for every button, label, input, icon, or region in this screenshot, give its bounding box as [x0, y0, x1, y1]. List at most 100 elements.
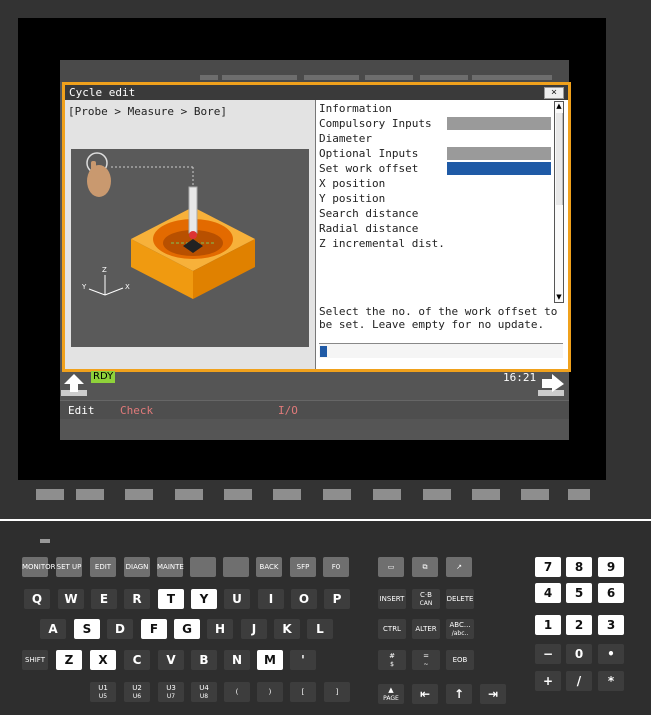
num-key-num_r1-0[interactable]: 7 [535, 557, 561, 577]
softkey-8[interactable] [373, 489, 401, 500]
softkey-edit[interactable]: Edit [68, 404, 95, 417]
parameter-row[interactable]: Radial distance [319, 221, 555, 236]
edit-key-9[interactable]: EOB [446, 650, 474, 670]
key-w[interactable]: W [58, 589, 84, 609]
num-key-num_r2-1[interactable]: 5 [566, 583, 592, 603]
key-i[interactable]: I [258, 589, 284, 609]
home-arrow-key[interactable]: ⇤ [412, 684, 438, 704]
parameter-row[interactable]: Diameter [319, 131, 555, 146]
edit-key-6[interactable]: ABC.../abc.. [446, 619, 474, 639]
scroll-up-icon[interactable]: ▲ [555, 102, 563, 111]
key-sym-7[interactable]: ] [324, 682, 350, 702]
num-key-num_r1-1[interactable]: 8 [566, 557, 592, 577]
expand-icon-key[interactable]: ↗ [446, 557, 472, 577]
key-n[interactable]: N [224, 650, 250, 670]
softkey-11[interactable] [521, 489, 549, 500]
func-key-9[interactable]: SFP [290, 557, 316, 577]
num-key-num_r2-0[interactable]: 4 [535, 583, 561, 603]
softkey-9[interactable] [423, 489, 451, 500]
key-r[interactable]: R [124, 589, 150, 609]
num-key-num_r2-2[interactable]: 6 [598, 583, 624, 603]
num-key-num_r1-2[interactable]: 9 [598, 557, 624, 577]
key-a[interactable]: A [40, 619, 66, 639]
num-key-num_r4-0[interactable]: − [535, 644, 561, 664]
back-arrow-icon[interactable] [60, 372, 90, 398]
func-key-3[interactable]: EDIT [90, 557, 116, 577]
parameter-row[interactable]: Z incremental dist. [319, 236, 555, 251]
func-key-4[interactable]: DIAGN [124, 557, 150, 577]
num-key-num_r5-1[interactable]: / [566, 671, 592, 691]
next-arrow-icon[interactable] [536, 372, 566, 398]
key-e[interactable]: E [91, 589, 117, 609]
end-arrow-key[interactable]: ⇥ [480, 684, 506, 704]
func-key-8[interactable]: BACK [256, 557, 282, 577]
edit-key-5[interactable]: ALTER [412, 619, 440, 639]
num-key-num_r4-2[interactable]: • [598, 644, 624, 664]
func-key-2[interactable]: SET UP [56, 557, 82, 577]
scroll-down-icon[interactable]: ▼ [555, 293, 563, 302]
key-u3[interactable]: U3 U7 [158, 682, 184, 702]
key-u4[interactable]: U4 U8 [191, 682, 217, 702]
softkey-check[interactable]: Check [120, 404, 153, 417]
list-icon-key[interactable]: ▭ [378, 557, 404, 577]
num-key-num_r3-2[interactable]: 3 [598, 615, 624, 635]
selected-field[interactable] [447, 162, 551, 175]
key-h[interactable]: H [207, 619, 233, 639]
value-input[interactable] [319, 343, 563, 358]
softkey-io[interactable]: I/O [278, 404, 298, 417]
parameter-row[interactable]: Information [319, 101, 555, 116]
key-q[interactable]: Q [24, 589, 50, 609]
softkey-2[interactable] [76, 489, 104, 500]
num-key-num_r3-1[interactable]: 2 [566, 615, 592, 635]
num-key-num_r4-1[interactable]: 0 [566, 644, 592, 664]
key-sym-4[interactable]: ( [224, 682, 250, 702]
key-u[interactable]: U [224, 589, 250, 609]
edit-key-7[interactable]: # $ [378, 650, 406, 670]
edit-key-4[interactable]: CTRL [378, 619, 406, 639]
num-key-num_r3-0[interactable]: 1 [535, 615, 561, 635]
scroll-thumb[interactable] [556, 113, 563, 205]
edit-key-2[interactable]: C·B CAN [412, 589, 440, 609]
key-apostrophe[interactable]: ' [290, 650, 316, 670]
vertical-scrollbar[interactable]: ▲ ▼ [554, 101, 564, 303]
edit-key-1[interactable]: INSERT [378, 589, 406, 609]
key-z[interactable]: Z [56, 650, 82, 670]
parameter-row[interactable]: Compulsory Inputs [319, 116, 555, 131]
key-u2[interactable]: U2 U6 [124, 682, 150, 702]
key-j[interactable]: J [241, 619, 267, 639]
parameter-row[interactable]: Set work offset [319, 161, 555, 176]
edit-key-3[interactable]: DELETE [446, 589, 474, 609]
close-button[interactable]: × [544, 87, 564, 99]
func-key-7[interactable] [223, 557, 249, 577]
section-bar[interactable] [447, 147, 551, 160]
key-f[interactable]: F [141, 619, 167, 639]
parameter-row[interactable]: Search distance [319, 206, 555, 221]
softkey-12[interactable] [568, 489, 590, 500]
key-x[interactable]: X [90, 650, 116, 670]
num-key-num_r5-2[interactable]: * [598, 671, 624, 691]
func-key-10[interactable]: F0 [323, 557, 349, 577]
key-t[interactable]: T [158, 589, 184, 609]
key-sym-5[interactable]: ) [257, 682, 283, 702]
key-c[interactable]: C [124, 650, 150, 670]
key-y[interactable]: Y [191, 589, 217, 609]
softkey-6[interactable] [273, 489, 301, 500]
key-u1[interactable]: U1 U5 [90, 682, 116, 702]
parameter-row[interactable]: X position [319, 176, 555, 191]
softkey-7[interactable] [323, 489, 351, 500]
key-m[interactable]: M [257, 650, 283, 670]
key-g[interactable]: G [174, 619, 200, 639]
window-icon-key[interactable]: ⧉ [412, 557, 438, 577]
softkey-5[interactable] [224, 489, 252, 500]
key-s[interactable]: S [74, 619, 100, 639]
section-bar[interactable] [447, 117, 551, 130]
num-key-num_r5-0[interactable]: + [535, 671, 561, 691]
softkey-3[interactable] [125, 489, 153, 500]
func-key-5[interactable]: MAINTE [157, 557, 184, 577]
key-o[interactable]: O [291, 589, 317, 609]
parameter-row[interactable]: Y position [319, 191, 555, 206]
func-key-1[interactable]: MONITOR [22, 557, 56, 577]
func-key-6[interactable] [190, 557, 216, 577]
key-b[interactable]: B [191, 650, 217, 670]
softkey-4[interactable] [175, 489, 203, 500]
